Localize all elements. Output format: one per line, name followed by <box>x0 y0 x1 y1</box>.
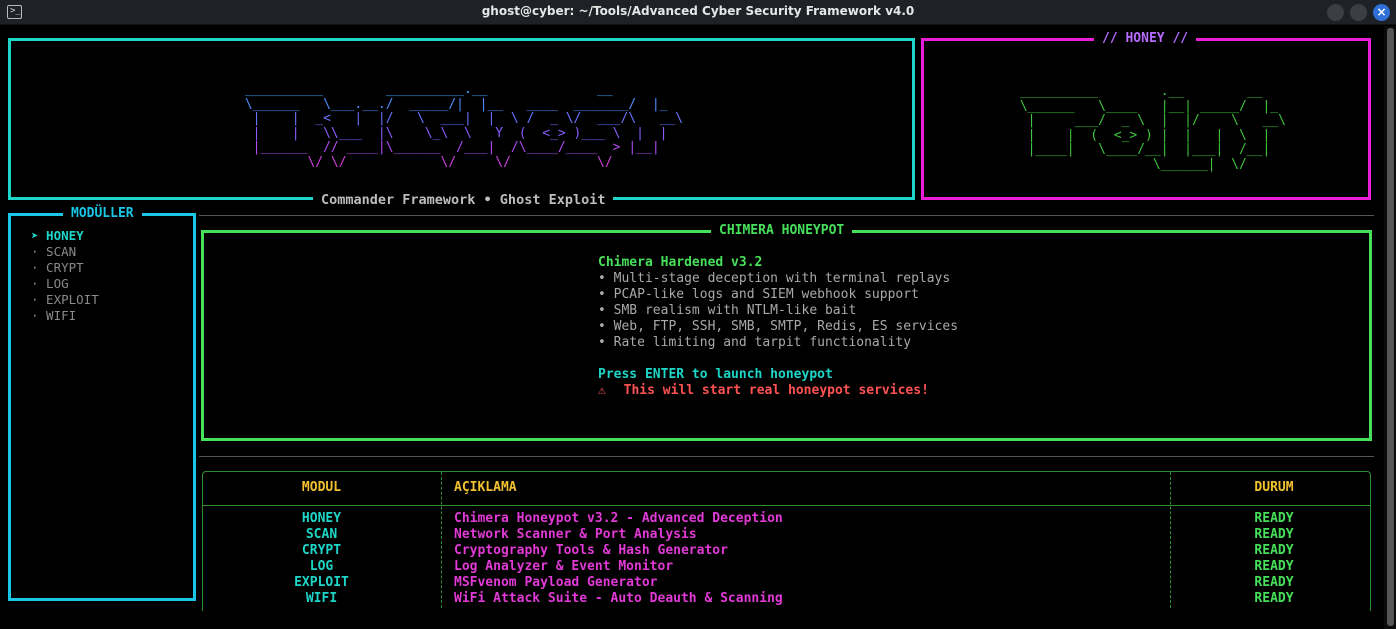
logo-art-line: | | _< | |/ \ ___| | \ / _ \/ ___/\ __\ <box>237 111 684 127</box>
close-button[interactable]: × <box>1373 4 1390 21</box>
sidebar-item-crypt[interactable]: · CRYPT <box>31 260 84 276</box>
feature-item: • PCAP-like logs and SIEM webhook suppor… <box>598 287 919 302</box>
table-cell-status: READY <box>1254 543 1294 558</box>
sidebar-item-honey[interactable]: ➤ HONEY <box>31 228 84 244</box>
banner-panel: __________ __________.__ __ \______ \___… <box>8 38 915 208</box>
feature-item: • Multi-stage deception with terminal re… <box>598 271 951 286</box>
divider-middle <box>199 456 1374 457</box>
feature-item: • Rate limiting and tarpit functionality <box>598 335 912 350</box>
table-cell-module: HONEY <box>301 511 342 526</box>
warning-line: ⚠ This will start real honeypot services… <box>598 383 929 399</box>
point-logo-art: __________ .__ __ \______ \____ |__| ___… <box>1012 84 1286 173</box>
logo-art-line: \/ \/ \/ \/ \/ <box>237 154 676 170</box>
sidebar-item-scan[interactable]: · SCAN <box>31 244 76 260</box>
sidebar-item-log[interactable]: · LOG <box>31 276 69 292</box>
table-cell-module: SCAN <box>305 527 338 542</box>
honey-art-line: |____| \____/__| |___| /__| <box>1012 142 1286 158</box>
warning-text: This will start real honeypot services! <box>623 383 929 398</box>
table-cell-description: Cryptography Tools & Hash Generator <box>454 543 728 558</box>
honey-panel-title: // HONEY // <box>1094 31 1197 47</box>
feature-item: • SMB realism with NTLM-like bait <box>598 303 857 318</box>
minimize-button[interactable] <box>1327 4 1344 21</box>
table-header-module: MODUL <box>301 480 342 495</box>
table-cell-description: Network Scanner & Port Analysis <box>454 527 697 542</box>
table-cell-module: LOG <box>309 559 334 574</box>
scrollbar-thumb[interactable] <box>1387 28 1394 626</box>
table-cell-status: READY <box>1254 527 1294 542</box>
terminal-scrollbar[interactable] <box>1384 26 1396 629</box>
table-column-divider <box>441 472 442 608</box>
table-cell-module: CRYPT <box>301 543 342 558</box>
honey-art-line: \______| \/ <box>1012 156 1286 172</box>
logo-art-line: \______ \___.__./ _____/| |__ ____ _____… <box>237 96 676 112</box>
table-header-divider <box>203 505 1370 506</box>
table-cell-status: READY <box>1254 575 1294 590</box>
honey-art-line: \______ \____ |__| _____/ |_ <box>1012 98 1286 114</box>
detail-heading: Chimera Hardened v3.2 <box>598 255 763 270</box>
warning-icon: ⚠ <box>598 383 606 398</box>
detail-panel-title: CHIMERA HONEYPOT <box>711 223 853 239</box>
logo-art-line: | | \\___ |\ \_\ \ Y ( <_> )___ \ | | <box>237 125 684 141</box>
divider-top <box>199 215 1374 216</box>
table-cell-status: READY <box>1254 511 1294 526</box>
sidebar-item-exploit[interactable]: · EXPLOIT <box>31 292 99 308</box>
table-cell-description: Log Analyzer & Event Monitor <box>454 559 674 574</box>
banner-subtitle: Commander Framework • Ghost Exploit <box>313 192 614 208</box>
honey-art-line: __________ .__ __ <box>1012 84 1286 99</box>
table-cell-module: WIFI <box>305 591 338 606</box>
honey-panel: // HONEY // __________ .__ __ \______ \_… <box>921 31 1371 200</box>
honey-art-line: | ___/ _ \ | |/ \ __\ <box>1012 113 1286 129</box>
sidebar-modules: MODÜLLER ➤ HONEY · SCAN · CRYPT · LOG · EXPL… <box>8 206 196 601</box>
honey-art-line: | | ( <_> ) | | | \ | <box>1012 127 1286 143</box>
table-cell-description: WiFi Attack Suite - Auto Deauth & Scanni… <box>454 591 783 606</box>
table-cell-description: Chimera Honeypot v3.2 - Advanced Decepti… <box>454 511 783 526</box>
logo-art-line: |______ // ____|\______ /___| /\____/___… <box>237 140 676 156</box>
launch-prompt: Press ENTER to launch honeypot <box>598 367 833 382</box>
sidebar-item-wifi[interactable]: · WIFI <box>31 308 76 324</box>
ghost-logo-art: __________ __________.__ __ \______ \___… <box>237 82 684 171</box>
table-cell-module: EXPLOIT <box>294 575 349 590</box>
logo-art-line: __________ __________.__ __ <box>237 82 637 97</box>
sidebar-title: MODÜLLER <box>63 206 142 222</box>
table-cell-description: MSFvenom Payload Generator <box>454 575 658 590</box>
table-header-description: AÇIKLAMA <box>454 480 517 495</box>
window-titlebar: >_ ghost@cyber: ~/Tools/Advanced Cyber S… <box>0 0 1396 25</box>
table-cell-status: READY <box>1254 591 1294 606</box>
maximize-button[interactable] <box>1350 4 1367 21</box>
feature-item: • Web, FTP, SSH, SMB, SMTP, Redis, ES se… <box>598 319 959 334</box>
window-title: ghost@cyber: ~/Tools/Advanced Cyber Secu… <box>481 4 915 18</box>
table-cell-status: READY <box>1254 559 1294 574</box>
table-header-status: DURUM <box>1254 480 1294 495</box>
